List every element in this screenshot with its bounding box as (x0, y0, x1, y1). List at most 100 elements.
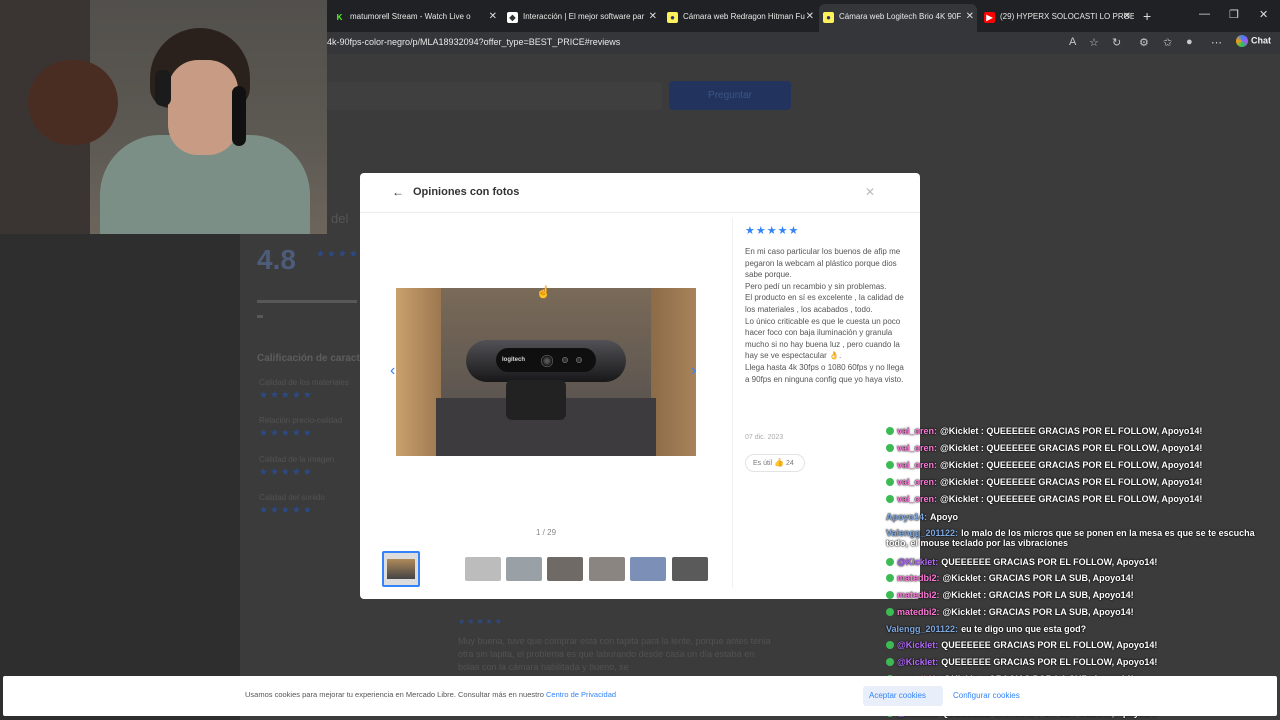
chat-text: QUEEEEEE GRACIAS POR EL FOLLOW, Apoyo14! (941, 557, 1158, 567)
lens-icon (541, 355, 553, 367)
chat-username[interactable]: vai_oren: (897, 443, 937, 453)
chat-username[interactable]: matedbi2: (897, 573, 940, 583)
review-photo[interactable]: logitech (396, 288, 696, 456)
extension-icon[interactable]: ⚙ (1139, 36, 1149, 49)
favorites-icon[interactable]: ✩ (1163, 36, 1172, 49)
sensor-icon (562, 357, 568, 363)
kick-icon: K (334, 12, 345, 23)
characteristic-stars: ★★★★★ (259, 428, 314, 439)
tab-title: matumorell Stream - Watch Live o (350, 12, 471, 21)
chat-text: @Kicklet : QUEEEEEE GRACIAS POR EL FOLLO… (940, 426, 1203, 436)
accept-cookies-button[interactable]: Aceptar cookies (863, 686, 943, 706)
chat-text: @Kicklet : QUEEEEEE GRACIAS POR EL FOLLO… (940, 443, 1203, 453)
chat-message: @Kicklet:QUEEEEEE GRACIAS POR EL FOLLOW,… (886, 557, 1157, 567)
chat-message: Apoyo14: Apoyo (886, 512, 958, 522)
close-icon[interactable]: ✕ (1123, 6, 1131, 28)
thumbnail-selected[interactable] (382, 551, 420, 587)
mercadolibre-icon: ● (667, 12, 678, 23)
restore-icon[interactable]: ❐ (1229, 8, 1239, 21)
review-paragraph: El producto en sí es excelente , la cali… (745, 293, 904, 314)
chat-message: matedbi2:@Kicklet : GRACIAS POR LA SUB, … (886, 590, 1134, 600)
browser-tab[interactable]: K matumorell Stream - Watch Live o ✕ (330, 6, 500, 28)
refresh-icon[interactable]: ↻ (1112, 36, 1121, 49)
chat-message: vai_oren: @Kicklet : QUEEEEEE GRACIAS POR… (886, 443, 1202, 453)
thumbnail[interactable] (506, 557, 542, 581)
back-arrow-icon[interactable]: ← (392, 185, 404, 199)
close-window-icon[interactable]: ✕ (1259, 8, 1268, 21)
copilot-icon (1236, 35, 1248, 47)
chat-text: QUEEEEEE GRACIAS POR EL FOLLOW, Apoyo14! (941, 657, 1158, 667)
verified-badge-icon (886, 478, 894, 486)
thumbnail-strip (382, 551, 722, 587)
thumbnail[interactable] (465, 557, 501, 581)
chat-text: @Kicklet : GRACIAS POR LA SUB, Apoyo14! (942, 607, 1134, 617)
favorite-star-icon[interactable]: ☆ (1089, 36, 1099, 49)
screen: Preguntar del 4.8 ★★★★★ Calificación de … (0, 0, 1280, 720)
chat-username[interactable]: matedbi2: (897, 590, 940, 600)
browser-tab-active[interactable]: ● Cámara web Logitech Brio 4K 90F ✕ (819, 4, 977, 32)
previous-arrow-icon[interactable]: ‹ (390, 362, 395, 380)
close-icon[interactable]: ✕ (966, 4, 974, 30)
verified-badge-icon (886, 427, 894, 435)
review-paragraph: Lo único criticable es que le cuesta un … (745, 316, 901, 361)
browser-tab[interactable]: ▶ (29) HYPERX SOLOCASTI LO PROE ✕ (980, 6, 1134, 28)
webcam-glass: logitech (496, 348, 596, 372)
ask-button: Preguntar (669, 81, 791, 110)
photo-flap-left (396, 288, 441, 456)
helpful-label: Es útil (753, 460, 773, 467)
verified-badge-icon (886, 608, 894, 616)
close-icon[interactable]: ✕ (649, 6, 657, 28)
chat-message: vai_oren: @Kicklet : QUEEEEEE GRACIAS POR… (886, 494, 1202, 504)
thumbnail[interactable] (547, 557, 583, 581)
review-paragraph: En mi caso particular los buenos de afip… (745, 247, 901, 280)
close-icon[interactable]: ✕ (489, 6, 497, 28)
browser-tab[interactable]: ● Cámara web Redragon Hitman Fu ✕ (663, 6, 817, 28)
read-aloud-icon[interactable]: A (1069, 36, 1076, 48)
chat-username[interactable]: vai_oren: (897, 494, 937, 504)
privacy-link[interactable]: Centro de Privacidad (546, 690, 616, 699)
review-paragraph: Pero pedí un recambio y sin problemas. (745, 281, 887, 291)
profile-icon[interactable]: ● (1186, 36, 1193, 48)
chat-username[interactable]: vai_oren: (897, 460, 937, 470)
chat-username[interactable]: vai_oren: (897, 426, 937, 436)
verified-badge-icon (886, 444, 894, 452)
chat-message: matedbi2:@Kicklet : GRACIAS POR LA SUB, … (886, 607, 1134, 617)
chat-message: vai_oren: @Kicklet : QUEEEEEE GRACIAS POR… (886, 477, 1202, 487)
background-review-text: Muy buena, tuve que comprar esta con tap… (458, 636, 771, 672)
tab-title: Interacción | El mejor software par (523, 12, 645, 21)
chat-button-label: Chat (1251, 35, 1271, 46)
chat-username[interactable]: Apoyo14: (886, 512, 927, 522)
thumbnail[interactable] (589, 557, 625, 581)
close-icon[interactable]: ✕ (806, 6, 814, 28)
cookie-message: Usamos cookies para mejorar tu experienc… (245, 690, 544, 699)
configure-cookies-button[interactable]: Configurar cookies (953, 686, 1033, 706)
rating-bar (257, 300, 357, 303)
thumbnail[interactable] (630, 557, 666, 581)
more-menu-icon[interactable]: ⋯ (1211, 36, 1222, 49)
url-text[interactable]: 4k-90fps-color-negro/p/MLA18932094?offer… (327, 37, 620, 47)
browser-tab[interactable]: ◆ Interacción | El mejor software par ✕ (503, 6, 660, 28)
verified-badge-icon (886, 658, 894, 666)
thumbnail-image (387, 559, 415, 579)
chat-username[interactable]: matedbi2: (897, 607, 940, 617)
chat-message: matedbi2:@Kicklet : GRACIAS POR LA SUB, … (886, 573, 1134, 583)
column-divider (732, 218, 733, 588)
chat-username[interactable]: vai_oren: (897, 477, 937, 487)
review-paragraph: Llega hasta 4k 30fps o 1080 60fps y no l… (745, 362, 904, 384)
minimize-icon[interactable]: — (1199, 8, 1210, 20)
chat-button[interactable]: Chat (1236, 35, 1271, 47)
characteristic-label: Calidad del sonido (259, 493, 325, 502)
chat-username[interactable]: Valengg_201122: (886, 624, 958, 634)
thumbnail[interactable] (672, 557, 708, 581)
chat-username[interactable]: Valengg_201122: (886, 528, 958, 538)
chat-message: vai_oren: @Kicklet : QUEEEEEE GRACIAS POR… (886, 460, 1202, 470)
chat-username[interactable]: @Kicklet: (897, 640, 938, 650)
close-icon[interactable]: ✕ (865, 185, 875, 199)
webcam-plush (28, 60, 118, 145)
new-tab-icon[interactable]: + (1143, 6, 1157, 26)
helpful-button[interactable]: Es útil 👍 24 (745, 454, 805, 472)
chat-username[interactable]: @Kicklet: (897, 657, 938, 667)
next-arrow-icon[interactable]: › (691, 362, 696, 380)
chat-text: @Kicklet : GRACIAS POR LA SUB, Apoyo14! (942, 573, 1134, 583)
chat-username[interactable]: @Kicklet: (897, 557, 938, 567)
